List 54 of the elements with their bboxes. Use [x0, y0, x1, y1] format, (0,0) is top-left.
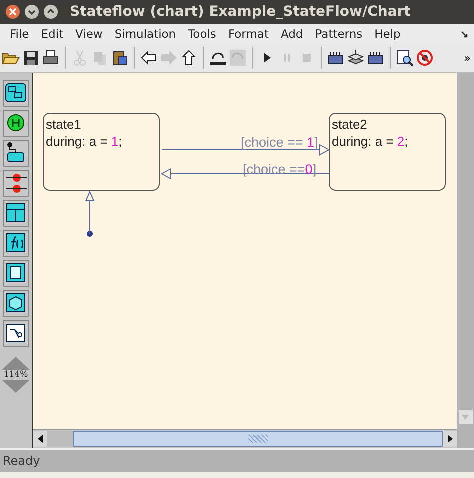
scroll-left-button[interactable]	[33, 431, 47, 448]
scrollbar-thumb[interactable]	[73, 431, 443, 448]
junction-icon[interactable]	[3, 170, 29, 197]
back-arrow-icon[interactable]	[140, 49, 158, 67]
explorer-icon[interactable]	[396, 49, 414, 67]
state-action: during: a = 1;	[46, 134, 124, 149]
left-arrow-icon	[38, 435, 42, 444]
maximize-button[interactable]	[44, 5, 58, 19]
state-box[interactable]: state2 during: a = 2;	[329, 113, 446, 191]
status-text: Ready	[3, 454, 40, 468]
state-action: during: a = 2;	[332, 134, 410, 149]
chevron-up-icon	[47, 8, 55, 16]
function-icon[interactable]	[3, 230, 29, 257]
menu-item[interactable]: Format	[222, 27, 275, 41]
state-box[interactable]: state1 during: a = 1;	[43, 113, 160, 191]
transition-label: [choice == 1]	[241, 135, 318, 150]
menu-item[interactable]: Simulation	[108, 27, 182, 41]
close-icon	[9, 8, 17, 16]
menu-item[interactable]: Patterns	[309, 27, 369, 41]
transition-label: [choice ==0]	[243, 162, 317, 177]
menu-item[interactable]: Add	[274, 27, 310, 41]
build-icon[interactable]	[367, 49, 385, 67]
right-arrow-icon	[448, 435, 452, 444]
document-icon[interactable]	[3, 260, 29, 287]
state-tool-icon[interactable]	[3, 80, 29, 107]
window-title: Stateflow (chart) Example_StateFlow/Chart	[70, 4, 411, 20]
state-name: state1	[46, 117, 82, 132]
close-button[interactable]	[6, 5, 20, 19]
save-icon[interactable]	[22, 49, 40, 67]
cube-icon[interactable]	[3, 290, 29, 317]
debug-icon[interactable]	[416, 49, 434, 67]
paste-icon[interactable]	[111, 49, 129, 67]
scroll-right-button[interactable]	[443, 431, 457, 448]
default-transition-icon[interactable]	[3, 140, 29, 167]
truth-table-icon[interactable]	[3, 200, 29, 227]
more-icon[interactable]	[461, 30, 468, 38]
menu-item[interactable]: File	[4, 27, 36, 41]
block-diagram-icon[interactable]	[3, 320, 29, 347]
state-name: state2	[332, 117, 368, 132]
down-arrow-icon	[462, 414, 469, 420]
default-transition-arrow[interactable]	[85, 190, 95, 237]
up-arrow-icon[interactable]	[180, 49, 198, 67]
menu-item[interactable]: Help	[368, 27, 407, 41]
print-icon[interactable]	[42, 49, 60, 67]
zoom-level: 114%	[4, 370, 28, 380]
menu-item[interactable]: Tools	[182, 27, 222, 41]
menu-item[interactable]: Edit	[35, 27, 70, 41]
build-icon[interactable]	[327, 49, 345, 67]
history-junction-icon[interactable]	[3, 110, 29, 137]
minimize-button[interactable]	[25, 5, 39, 19]
chevron-down-icon	[28, 8, 36, 16]
more-button[interactable]: »	[464, 52, 471, 64]
stack-icon[interactable]	[347, 49, 365, 67]
menu-item[interactable]: View	[70, 27, 109, 41]
